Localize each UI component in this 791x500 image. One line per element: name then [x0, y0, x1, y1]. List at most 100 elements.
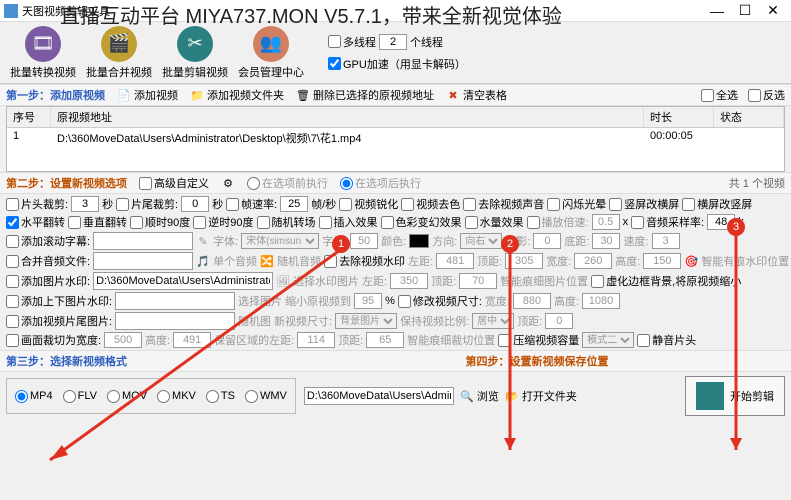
- insert-fx-checkbox[interactable]: 插入效果: [319, 214, 378, 230]
- merge-audio-checkbox[interactable]: 合并音频文件:: [6, 253, 90, 269]
- blur-bg-checkbox[interactable]: 虚化边框背景,将原视频缩小: [591, 273, 741, 289]
- clear-table-button[interactable]: ✖清空表格: [446, 87, 507, 103]
- delete-selected-button[interactable]: 🗑删除已选择的原视频地址: [296, 87, 434, 103]
- cw90-checkbox[interactable]: 顺时90度: [130, 214, 190, 230]
- wm-width-input[interactable]: [574, 253, 612, 269]
- select-img-button[interactable]: 选择图片: [238, 293, 282, 309]
- advanced-checkbox[interactable]: 高级自定义: [139, 175, 209, 191]
- color-shift-checkbox[interactable]: 色彩变幻效果: [381, 214, 462, 230]
- crop-width-input[interactable]: [104, 332, 142, 348]
- font-select[interactable]: 宋体(simsun: [241, 233, 319, 249]
- img-left-input[interactable]: [390, 273, 428, 289]
- smart-wm-button[interactable]: 🎯智能有痕水印位置: [684, 253, 789, 269]
- remove-watermark-checkbox[interactable]: 去除视频水印: [324, 253, 405, 269]
- image-watermark-checkbox[interactable]: 添加图片水印:: [6, 273, 90, 289]
- add-video-button[interactable]: 📄添加视频: [117, 87, 178, 103]
- invert-selection-checkbox[interactable]: 反选: [748, 87, 785, 103]
- samplerate-checkbox[interactable]: 音频采样率:: [631, 214, 704, 230]
- vflip-checkbox[interactable]: 垂直翻转: [68, 214, 127, 230]
- clip-path-input[interactable]: [115, 312, 235, 330]
- head-cut-input[interactable]: [71, 196, 99, 212]
- topbot-path-input[interactable]: [115, 292, 235, 310]
- speed-checkbox[interactable]: 播放倍速:: [527, 214, 589, 230]
- bottom-input[interactable]: [592, 233, 620, 249]
- compress-checkbox[interactable]: 压缩视频容量: [498, 332, 579, 348]
- hflip-checkbox[interactable]: 水平翻转: [6, 214, 65, 230]
- fps-input[interactable]: [280, 196, 308, 212]
- smart-img-button[interactable]: 智能痕细图片位置: [500, 273, 588, 289]
- smart-crop-button[interactable]: 智能痕细裁切位置: [407, 332, 495, 348]
- before-radio[interactable]: 在选项前执行: [247, 175, 328, 191]
- mod-size-checkbox[interactable]: 修改视频尺寸:: [398, 293, 482, 309]
- shrink-input[interactable]: [354, 293, 382, 309]
- after-radio[interactable]: 在选项后执行: [340, 175, 421, 191]
- ratio-select[interactable]: 居中: [472, 313, 514, 329]
- edit-icon[interactable]: ✎: [196, 234, 210, 248]
- gear-icon[interactable]: ⚙: [221, 176, 235, 190]
- start-clip-button[interactable]: 开始剪辑: [685, 376, 785, 416]
- mode-select[interactable]: 模式二: [582, 332, 634, 348]
- member-center-button[interactable]: 👥 会员管理中心: [236, 26, 306, 80]
- audio-path-input[interactable]: [93, 252, 193, 270]
- shadow-input[interactable]: [533, 233, 561, 249]
- topbot-img-checkbox[interactable]: 添加上下图片水印:: [6, 293, 112, 309]
- v2h-checkbox[interactable]: 竖屏改横屏: [609, 196, 679, 212]
- format-mkv[interactable]: MKV: [157, 390, 196, 403]
- tail-cut-checkbox[interactable]: 片尾裁剪:: [116, 196, 178, 212]
- mod-height-input[interactable]: [582, 293, 620, 309]
- crop-checkbox[interactable]: 画面裁切为宽度:: [6, 332, 101, 348]
- select-wm-image-button[interactable]: 🖼选择水印图片: [276, 273, 359, 289]
- browse-button[interactable]: 🔍浏览: [460, 388, 499, 404]
- overlay-fx-checkbox[interactable]: 水量效果: [465, 214, 524, 230]
- open-folder-button[interactable]: 📂打开文件夹: [505, 388, 577, 404]
- speed-input[interactable]: [592, 214, 620, 230]
- top-dist-input[interactable]: [545, 313, 573, 329]
- tail-cut-input[interactable]: [181, 196, 209, 212]
- quiet-head-checkbox[interactable]: 静音片头: [637, 332, 696, 348]
- speed-sub-input[interactable]: [652, 233, 680, 249]
- subtitle-input[interactable]: [93, 232, 193, 250]
- h2v-checkbox[interactable]: 横屏改竖屏: [682, 196, 752, 212]
- sharpen-checkbox[interactable]: 视频锐化: [339, 196, 398, 212]
- wm-height-input[interactable]: [643, 253, 681, 269]
- save-path-input[interactable]: [304, 387, 454, 405]
- batch-clip-button[interactable]: ✂ 批量剪辑视频: [160, 26, 230, 80]
- single-audio-button[interactable]: 🎵单个音频: [196, 253, 257, 269]
- add-folder-button[interactable]: 📁添加视频文件夹: [190, 87, 284, 103]
- minimize-button[interactable]: —: [703, 1, 731, 21]
- format-wmv[interactable]: WMV: [245, 390, 287, 403]
- head-cut-checkbox[interactable]: 片头裁剪:: [6, 196, 68, 212]
- keep-top-input[interactable]: [366, 332, 404, 348]
- random-img-button[interactable]: 随机图: [238, 313, 271, 329]
- format-flv[interactable]: FLV: [63, 390, 97, 403]
- mute-checkbox[interactable]: 去除视频声音: [463, 196, 544, 212]
- select-all-checkbox[interactable]: 全选: [701, 87, 738, 103]
- format-mp4[interactable]: MP4: [15, 390, 53, 403]
- wm-top-input[interactable]: [505, 253, 543, 269]
- crop-height-input[interactable]: [173, 332, 211, 348]
- color-picker[interactable]: [409, 234, 429, 248]
- close-button[interactable]: ✕: [759, 1, 787, 21]
- batch-convert-button[interactable]: 🎞 批量转换视频: [8, 26, 78, 80]
- direction-select[interactable]: 向右: [460, 233, 502, 249]
- fontsize-input[interactable]: [350, 233, 378, 249]
- batch-merge-button[interactable]: 🎬 批量合并视频: [84, 26, 154, 80]
- newsize-select[interactable]: 背景图片: [335, 313, 397, 329]
- maximize-button[interactable]: ☐: [731, 1, 759, 21]
- wm-image-path[interactable]: [93, 272, 273, 290]
- ccw90-checkbox[interactable]: 逆时90度: [193, 214, 253, 230]
- wm-left-input[interactable]: [436, 253, 474, 269]
- multithread-checkbox[interactable]: 多线程: [328, 34, 376, 50]
- mod-width-input[interactable]: [513, 293, 551, 309]
- format-ts[interactable]: TS: [206, 390, 235, 403]
- thread-count-input[interactable]: [379, 34, 407, 50]
- scroll-subtitle-checkbox[interactable]: 添加滚动字幕:: [6, 233, 90, 249]
- random-audio-button[interactable]: 🔀随机音频: [260, 253, 321, 269]
- format-mov[interactable]: MOV: [107, 390, 147, 403]
- fps-checkbox[interactable]: 帧速率:: [226, 196, 277, 212]
- img-top-input[interactable]: [459, 273, 497, 289]
- keep-left-input[interactable]: [297, 332, 335, 348]
- gpu-checkbox[interactable]: GPU加速（用显卡解码）: [328, 56, 466, 72]
- add-clip-checkbox[interactable]: 添加视频片尾图片:: [6, 313, 112, 329]
- table-row[interactable]: 1 D:\360MoveData\Users\Administrator\Des…: [7, 128, 784, 148]
